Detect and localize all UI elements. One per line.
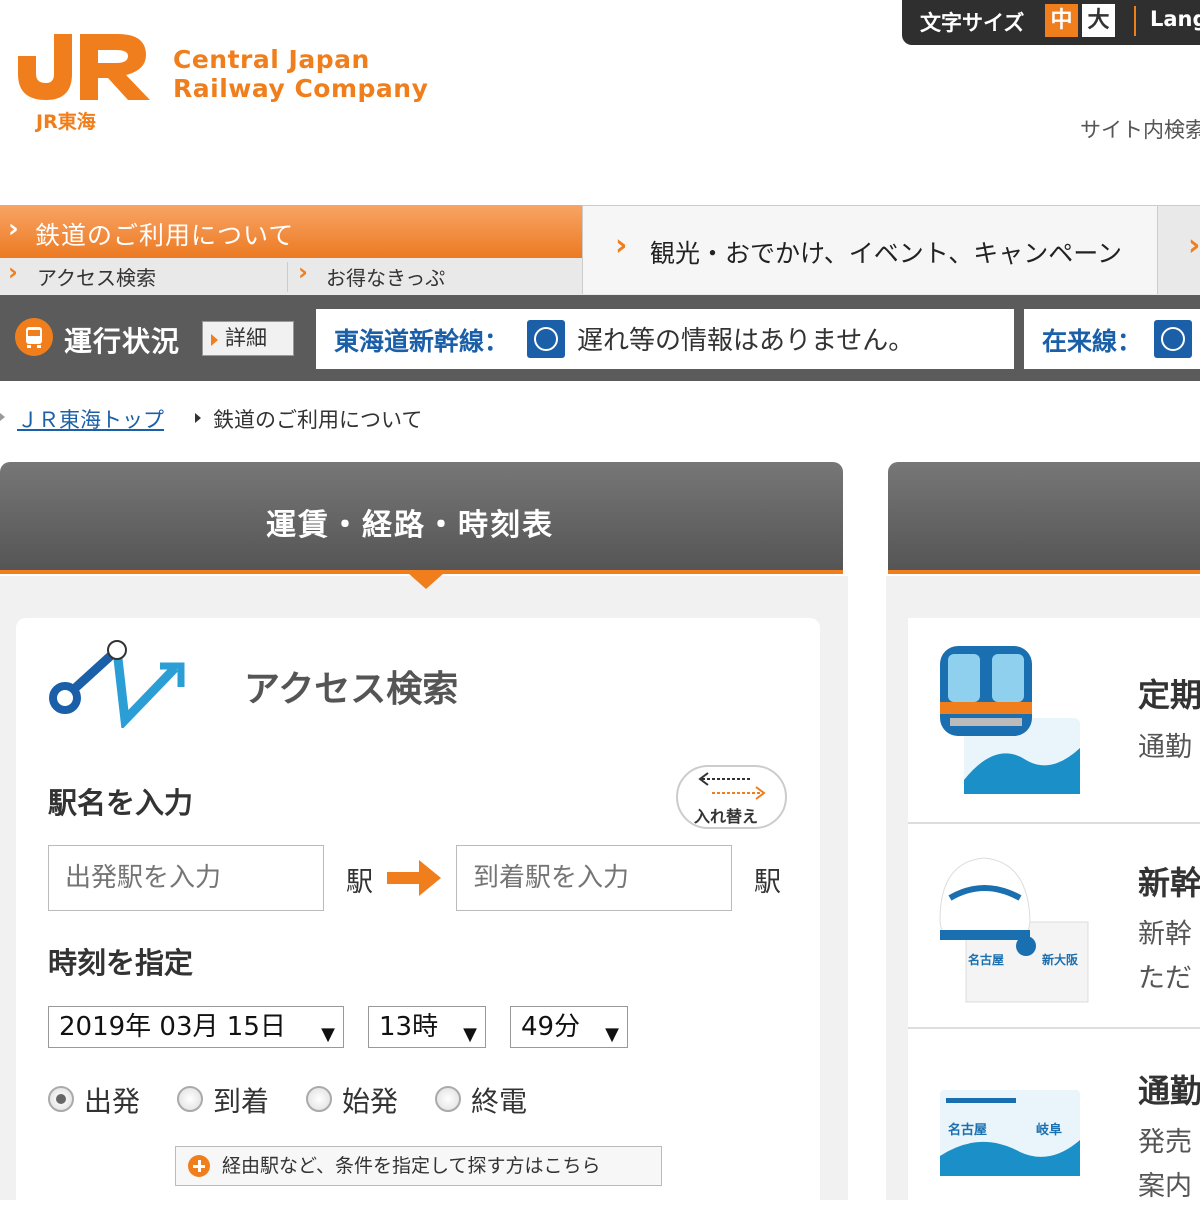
breadcrumb-home-link[interactable]: ＪＲ東海トップ [17,404,164,434]
ticket-from-station: 名古屋 [968,952,1004,967]
swap-icon [698,772,766,800]
nav-item-railway[interactable]: 鉄道のご利用について [35,216,294,252]
date-select-value: 2019年 03月 15日 [59,1012,286,1042]
date-select[interactable]: 2019年 03月 15日 ▼ [48,1006,344,1048]
normal-status-icon [1154,320,1192,358]
service-commuter-title[interactable]: 通勤 [1138,1066,1200,1112]
shinkansen-status-message: 遅れ等の情報はありません。 [577,326,915,356]
company-name-line2: Railway Company [173,74,429,103]
commuter-pass-icon[interactable] [936,640,1086,800]
breadcrumb-arrow-icon [0,413,5,421]
chevron-right-icon: › [8,258,18,286]
ticket-to-station: 岐阜 [1036,1122,1062,1138]
font-size-large-button[interactable]: 大 [1082,4,1115,37]
radio-arrival-label[interactable]: 到着 [213,1080,269,1120]
ticket-to-station: 新大阪 [1042,952,1079,967]
service-commuter-pass-title[interactable]: 定期 [1138,670,1200,716]
chevron-right-icon: › [298,258,308,286]
radio-first-train[interactable] [306,1086,332,1112]
radio-last-train[interactable] [435,1086,461,1112]
swap-stations-label: 入れ替え [694,807,759,826]
service-commuter-pass-text: 通勤 [1138,732,1192,763]
breadcrumb-arrow-icon [195,413,201,423]
service-commuter-text1: 発売 [1138,1127,1192,1158]
arrow-right-icon [387,860,441,896]
plus-circle-icon [188,1155,210,1177]
time-section-label: 時刻を指定 [48,946,194,980]
breadcrumb-current: 鉄道のご利用について [213,408,423,432]
minute-select[interactable]: 49分 ▼ [510,1006,628,1048]
nav-subitem-access-search[interactable]: アクセス検索 [37,262,156,291]
chevron-right-icon: › [615,228,628,263]
detailed-search-button[interactable]: 経由駅など、条件を指定して探す方はこちら [175,1146,662,1186]
service-shinkansen-text2: ただ [1138,963,1192,994]
station-suffix: 駅 [346,867,373,898]
dropdown-arrow-icon: ▼ [463,1024,477,1045]
minute-select-value: 49分 [521,1012,581,1042]
font-size-separator [1134,6,1136,36]
service-shinkansen-title[interactable]: 新幹 [1138,858,1200,904]
station-section-label: 駅名を入力 [48,786,194,820]
font-size-label: 文字サイズ [920,11,1025,35]
status-detail-button[interactable]: 詳細 [202,321,294,356]
triangle-right-icon [211,334,218,346]
radio-departure-label[interactable]: 出発 [84,1080,140,1120]
service-commuter-text2: 案内 [1138,1171,1192,1202]
font-size-medium-button[interactable]: 中 [1045,4,1078,37]
nav-subitem-discount-tickets[interactable]: お得なきっぷ [326,262,445,291]
train-icon [15,318,53,356]
tab-fare-route-timetable-label: 運賃・経路・時刻表 [266,508,554,543]
ticket-from-station: 名古屋 [948,1122,987,1138]
language-link[interactable]: Lang [1150,7,1200,31]
access-search-title: アクセス検索 [244,669,459,710]
dropdown-arrow-icon: ▼ [321,1024,335,1045]
service-divider [908,1027,1200,1029]
radio-departure[interactable] [48,1086,74,1112]
nav-divider [287,262,288,292]
shinkansen-label: 東海道新幹線： [334,327,510,356]
operation-status-title: 運行状況 [64,325,181,358]
status-detail-label: 詳細 [225,326,267,350]
chevron-right-icon: › [8,214,19,244]
service-shinkansen-text1: 新幹 [1138,919,1192,950]
service-divider [908,822,1200,824]
hour-select[interactable]: 13時 ▼ [368,1006,486,1048]
company-name-line1: Central Japan [173,45,370,74]
arrival-station-input[interactable] [456,845,732,911]
departure-station-input[interactable] [48,845,324,911]
radio-last-train-label[interactable]: 終電 [471,1080,527,1120]
tab-active-indicator [408,573,444,589]
site-search-label[interactable]: サイト内検索 [1080,114,1200,144]
chevron-right-icon: › [1188,228,1200,263]
station-suffix: 駅 [754,867,781,898]
tab-secondary[interactable] [888,462,1200,574]
route-search-icon [49,640,185,728]
radio-arrival[interactable] [177,1086,203,1112]
logo-text: JR東海 [34,110,96,133]
commuter-ticket-icon[interactable]: 名古屋 岐阜 [940,1090,1084,1180]
hour-select-value: 13時 [379,1012,439,1042]
shinkansen-ticket-icon[interactable]: 名古屋 新大阪 [936,850,1096,1010]
jr-logo[interactable]: JR東海 [8,28,158,138]
conventional-label: 在来線： [1042,327,1143,356]
radio-first-train-label[interactable]: 始発 [342,1080,398,1120]
normal-status-icon [527,320,565,358]
nav-item-tourism[interactable]: 観光・おでかけ、イベント、キャンペーン [650,234,1122,270]
dropdown-arrow-icon: ▼ [605,1024,619,1045]
